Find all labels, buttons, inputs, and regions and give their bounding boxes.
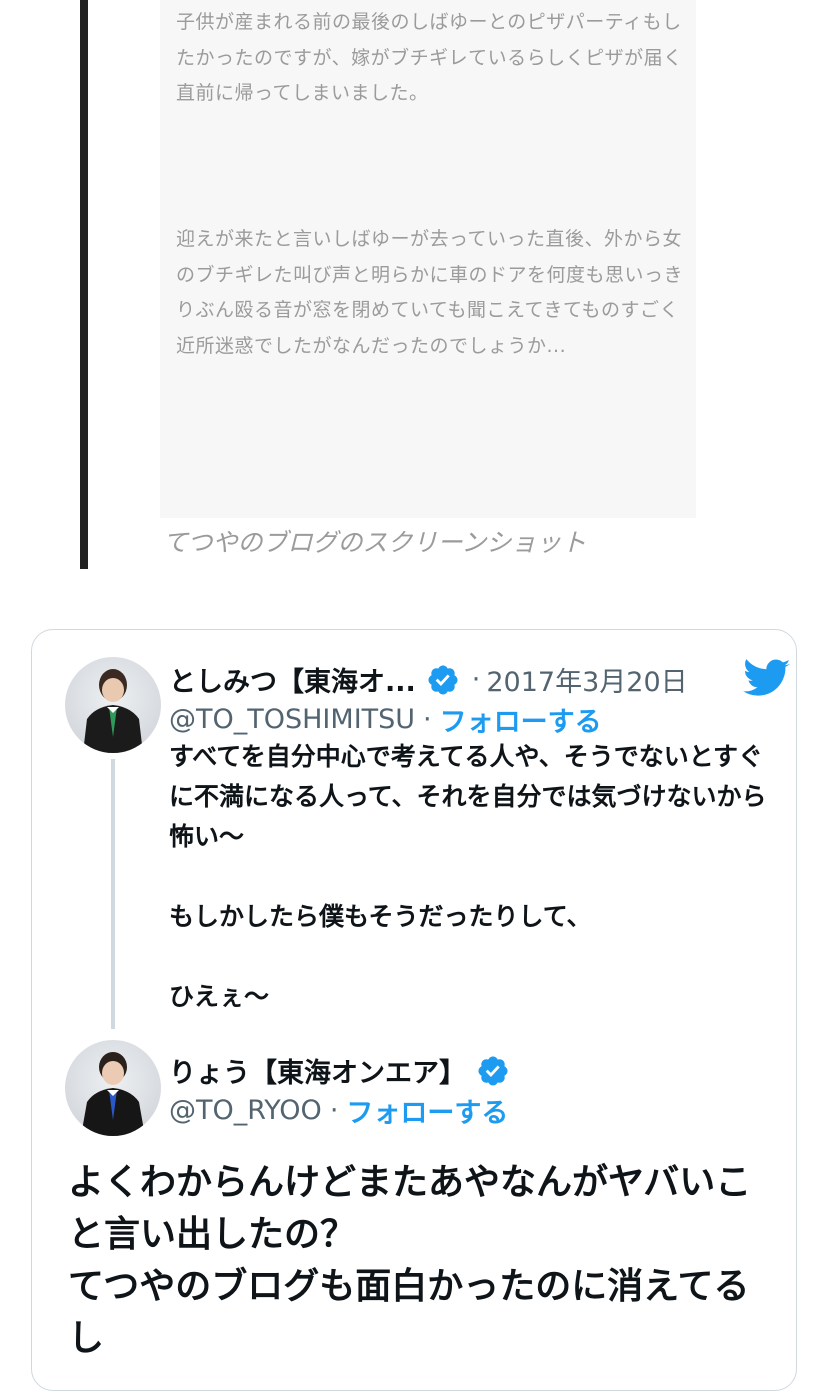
author-name[interactable]: りょう【東海オンエア】 bbox=[169, 1051, 466, 1090]
avatar-toshimitsu[interactable] bbox=[65, 657, 161, 753]
reply-tweet-text: よくわからんけどまたあやなんがヤバいこと言い出したの？ てつやのブログも面白かっ… bbox=[68, 1162, 752, 1359]
thread-connector-line bbox=[111, 759, 115, 1029]
blog-paragraph-1: 子供が産まれる前の最後のしばゆーとのピザパーティもしたかったのですが、嫁がブチギ… bbox=[176, 11, 683, 104]
separator-dot: · bbox=[329, 1095, 339, 1126]
author-handle[interactable]: @TO_TOSHIMITSU bbox=[169, 704, 415, 735]
avatar-ryoo[interactable] bbox=[65, 1040, 161, 1136]
image-caption: てつやのブログのスクリーンショット bbox=[163, 528, 587, 557]
original-tweet-header: としみつ【東海オ... · 2017年3月20日 bbox=[169, 660, 688, 699]
author-name[interactable]: としみつ【東海オ... bbox=[169, 660, 416, 699]
verified-badge-icon bbox=[426, 663, 460, 697]
author-handle[interactable]: @TO_RYOO bbox=[169, 1095, 322, 1126]
separator-dot: · bbox=[423, 704, 432, 735]
embedded-tweet-card[interactable]: としみつ【東海オ... · 2017年3月20日 @TO_TOSHIMITSU … bbox=[31, 629, 797, 1391]
follow-button[interactable]: フォローする bbox=[346, 1091, 508, 1130]
follow-button[interactable]: フォローする bbox=[440, 700, 602, 739]
blog-paragraph-2: 迎えが来たと言いしばゆーが去っていった直後、外から女のブチギレた叫び声と明らかに… bbox=[176, 228, 684, 357]
blog-screenshot-image: 子供が産まれる前の最後のしばゆーとのピザパーティもしたかったのですが、嫁がブチギ… bbox=[160, 0, 696, 518]
original-tweet-handle-row: @TO_TOSHIMITSU · フォローする bbox=[169, 700, 602, 739]
separator-dot: · bbox=[471, 664, 481, 695]
twitter-bird-icon[interactable] bbox=[743, 659, 791, 699]
reply-tweet-handle-row: @TO_RYOO · フォローする bbox=[169, 1091, 508, 1130]
tweet-date[interactable]: 2017年3月20日 bbox=[486, 660, 687, 699]
blockquote-bar bbox=[80, 0, 88, 569]
verified-badge-icon bbox=[476, 1054, 510, 1088]
original-tweet-text: すべてを自分中心で考えてる人や、そうでないとすぐに不満になる人って、それを自分で… bbox=[169, 742, 767, 1011]
reply-tweet-header: りょう【東海オンエア】 bbox=[169, 1051, 510, 1090]
